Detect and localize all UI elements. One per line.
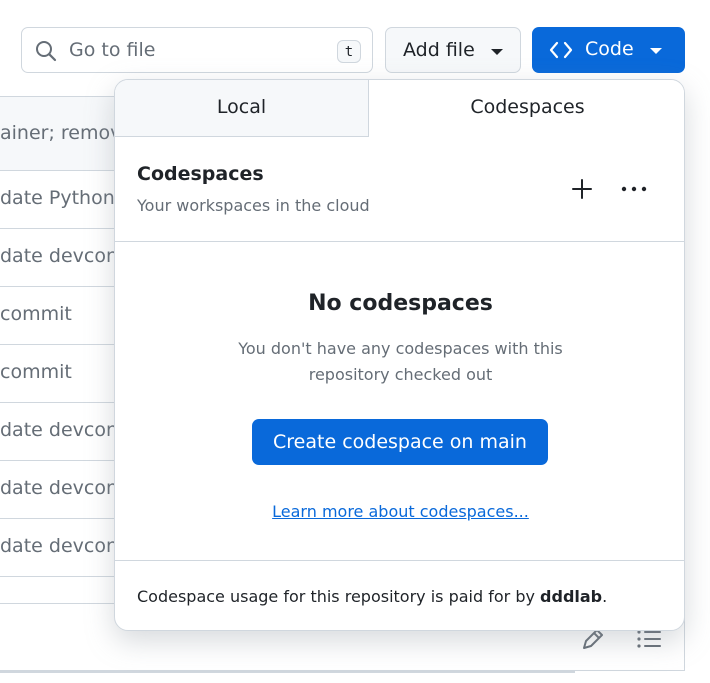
list-unordered-icon[interactable]	[636, 628, 662, 650]
latest-commit-message[interactable]: ainer; remov	[0, 122, 121, 144]
codespaces-title: Codespaces	[137, 163, 264, 185]
empty-state-description: You don't have any codespaces with this …	[238, 339, 563, 384]
file-commit-message[interactable]: date devcon	[0, 245, 118, 267]
billing-note-prefix: Codespace usage for this repository is p…	[137, 587, 541, 606]
billing-owner: dddlab	[540, 587, 603, 606]
triangle-down-icon	[491, 49, 503, 55]
add-file-button[interactable]: Add file	[385, 27, 521, 73]
file-commit-message[interactable]: commit	[0, 361, 72, 383]
search-placeholder: Go to file	[69, 39, 156, 61]
file-commit-message[interactable]: commit	[0, 303, 72, 325]
billing-footer: Codespace usage for this repository is p…	[115, 560, 684, 630]
file-commit-message[interactable]: date Python	[0, 187, 115, 209]
triangle-down-icon	[650, 48, 662, 54]
file-commit-message[interactable]: date devcon	[0, 419, 118, 441]
file-commit-message[interactable]: date devcon	[0, 477, 118, 499]
tab-local-label: Local	[216, 96, 267, 118]
panel-tabs: Local Codespaces	[115, 80, 684, 137]
create-codespace-button[interactable]: Create codespace on main	[252, 419, 548, 465]
codespaces-header: Codespaces Your workspaces in the cloud	[115, 137, 684, 242]
code-label: Code	[585, 38, 634, 60]
add-file-label: Add file	[403, 39, 475, 61]
learn-more-link[interactable]: Learn more about codespaces...	[115, 502, 684, 521]
billing-note: Codespace usage for this repository is p…	[137, 587, 607, 606]
tab-codespaces-label: Codespaces	[470, 96, 585, 118]
code-icon	[549, 41, 573, 59]
codespaces-subtitle: Your workspaces in the cloud	[137, 196, 370, 215]
empty-state: No codespaces You don't have any codespa…	[115, 242, 684, 560]
plus-icon[interactable]	[569, 176, 595, 202]
tab-codespaces[interactable]: Codespaces	[369, 80, 684, 137]
tab-local[interactable]: Local	[115, 80, 369, 137]
billing-note-suffix: .	[602, 587, 608, 606]
keyboard-shortcut-badge: t	[337, 40, 361, 63]
code-dropdown-panel: Local Codespaces Codespaces Your workspa…	[114, 79, 685, 631]
code-button[interactable]: Code	[532, 27, 685, 73]
file-commit-message[interactable]: date devcon	[0, 535, 118, 557]
empty-state-title: No codespaces	[308, 291, 493, 316]
readme-divider	[0, 671, 575, 673]
search-icon	[36, 41, 57, 62]
kebab-horizontal-icon[interactable]	[619, 180, 649, 198]
go-to-file-search[interactable]: Go to file t	[21, 27, 373, 73]
